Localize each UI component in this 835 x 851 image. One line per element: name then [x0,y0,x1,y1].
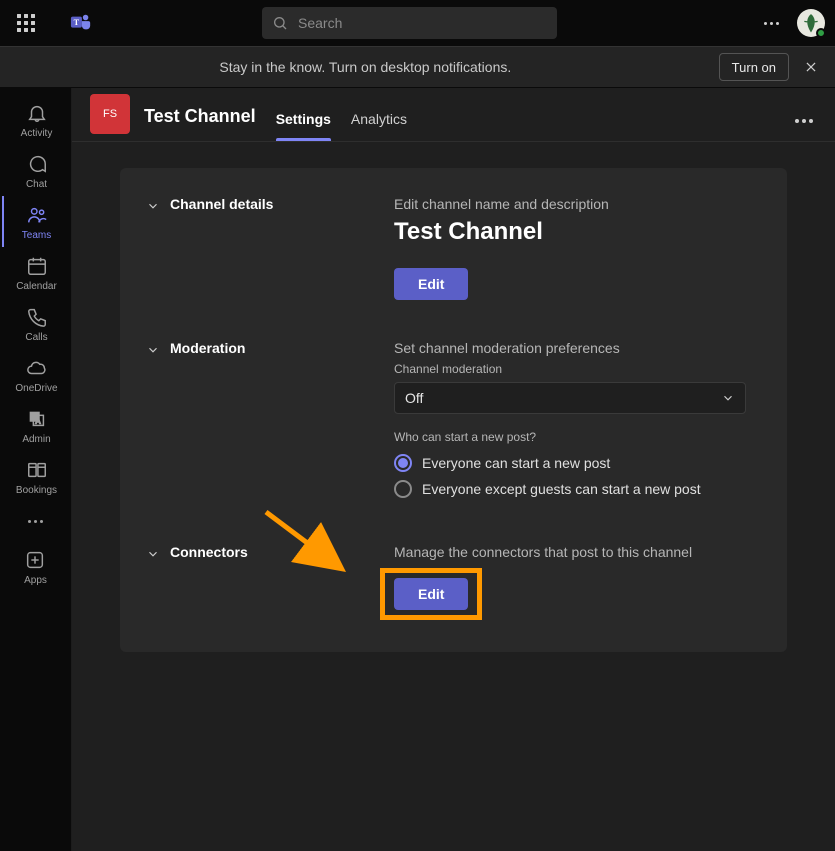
rail-bookings[interactable]: Bookings [2,451,70,502]
channel-tabs: Settings Analytics [276,88,407,141]
channel-header: FS Test Channel Settings Analytics [72,88,835,142]
radio-label: Everyone can start a new post [422,455,610,471]
radio-icon [394,480,412,498]
notification-text: Stay in the know. Turn on desktop notifi… [12,59,719,75]
user-avatar[interactable] [797,9,825,37]
presence-available-icon [816,28,826,38]
rail-label: Chat [26,179,47,190]
question-label: Who can start a new post? [394,430,761,444]
notification-banner: Stay in the know. Turn on desktop notifi… [0,46,835,88]
rail-admin[interactable]: A Admin [2,400,70,451]
rail-label: OneDrive [15,383,57,394]
radio-except-guests[interactable]: Everyone except guests can start a new p… [394,480,761,498]
app-rail: Activity Chat Teams Calendar Calls OneDr… [0,88,72,851]
rail-apps[interactable]: Apps [24,543,47,592]
close-banner-button[interactable] [799,55,823,79]
section-channel-details: Channel details Edit channel name and de… [120,186,787,318]
field-label: Channel moderation [394,362,761,376]
settings-panel: Channel details Edit channel name and de… [120,168,787,652]
search-input[interactable] [298,15,547,31]
channel-more-button[interactable] [791,115,817,127]
content-area: FS Test Channel Settings Analytics Chann… [72,88,835,851]
chevron-down-icon[interactable] [146,547,160,561]
rail-teams[interactable]: Teams [2,196,70,247]
radio-icon [394,454,412,472]
section-connectors: Connectors Manage the connectors that po… [120,524,787,624]
rail-label: Apps [24,575,47,586]
rail-calendar[interactable]: Calendar [2,247,70,298]
rail-label: Activity [21,128,53,139]
chevron-down-icon[interactable] [146,199,160,213]
chevron-down-icon [721,391,735,405]
channel-badge: FS [90,94,130,134]
rail-label: Admin [22,434,50,445]
rail-onedrive[interactable]: OneDrive [2,349,70,400]
section-title: Channel details [170,196,273,212]
app-launcher-button[interactable] [10,7,42,39]
svg-text:A: A [35,417,40,426]
close-icon [804,60,818,74]
titlebar-more-button[interactable] [760,18,783,29]
svg-text:T: T [74,18,80,27]
waffle-icon [17,14,35,32]
section-moderation: Moderation Set channel moderation prefer… [120,318,787,524]
chevron-down-icon[interactable] [146,343,160,357]
edit-channel-button[interactable]: Edit [394,268,468,300]
tab-settings[interactable]: Settings [276,111,331,141]
select-value: Off [405,390,423,406]
rail-label: Teams [22,230,51,241]
teams-logo-icon: T [70,12,92,34]
radio-label: Everyone except guests can start a new p… [422,481,701,497]
rail-more-button[interactable] [28,510,43,533]
search-icon [272,15,288,31]
titlebar: T [0,0,835,46]
tab-analytics[interactable]: Analytics [351,111,407,141]
rail-label: Calls [25,332,47,343]
channel-name-display: Test Channel [394,218,761,246]
rail-activity[interactable]: Activity [2,94,70,145]
rail-label: Bookings [16,485,57,496]
section-title: Connectors [170,544,248,560]
section-desc: Edit channel name and description [394,196,761,212]
turn-on-button[interactable]: Turn on [719,53,789,81]
annotation-highlight-box: Edit [380,568,482,620]
channel-title: Test Channel [144,106,256,127]
radio-everyone[interactable]: Everyone can start a new post [394,454,761,472]
rail-calls[interactable]: Calls [2,298,70,349]
section-desc: Manage the connectors that post to this … [394,544,761,560]
section-desc: Set channel moderation preferences [394,340,761,356]
edit-connectors-button[interactable]: Edit [394,578,468,610]
section-title: Moderation [170,340,245,356]
moderation-select[interactable]: Off [394,382,746,414]
search-field[interactable] [262,7,557,39]
rail-label: Calendar [16,281,57,292]
rail-chat[interactable]: Chat [2,145,70,196]
